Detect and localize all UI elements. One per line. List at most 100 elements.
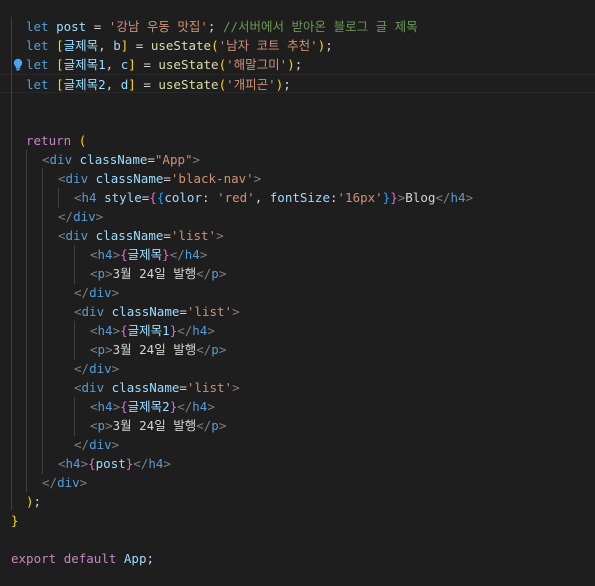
code-line[interactable]: <p>3월 24일 발행</p> <box>0 416 595 435</box>
code-token: 'black-nav' <box>170 171 254 186</box>
code-token: div <box>81 304 105 319</box>
code-token: } <box>11 513 19 528</box>
code-token: div <box>65 171 89 186</box>
code-line[interactable]: <div className='black-nav'> <box>0 169 595 188</box>
code-line[interactable]: <p>3월 24일 발행</p> <box>0 264 595 283</box>
code-token: > <box>232 304 240 319</box>
code-line[interactable]: return ( <box>0 131 595 150</box>
code-token: p <box>211 342 219 357</box>
code-line[interactable]: <div className='list'> <box>0 226 595 245</box>
lightbulb-icon[interactable] <box>12 58 24 72</box>
code-line[interactable]: let [글제목, b] = useState('남자 코트 추천'); <box>0 36 595 55</box>
code-token: > <box>192 152 201 167</box>
code-token: let <box>26 57 49 72</box>
code-line[interactable]: <h4>{글제목}</h4> <box>0 245 595 264</box>
code-token: > <box>216 228 224 243</box>
code-token: default <box>63 551 117 566</box>
code-text: <p>3월 24일 발행</p> <box>90 416 226 435</box>
code-token: b <box>113 38 121 53</box>
code-line[interactable]: <div className="App"> <box>0 150 595 169</box>
code-line[interactable]: </div> <box>0 359 595 378</box>
code-text: </div> <box>74 435 119 454</box>
code-text: let [글제목1, c] = useState('해말그미'); <box>26 55 302 74</box>
code-line[interactable]: let [글제목2, d] = useState('개피곤'); <box>0 74 595 93</box>
code-token: [ <box>56 57 64 72</box>
code-line[interactable]: <h4>{글제목2}</h4> <box>0 397 595 416</box>
code-line[interactable]: <h4 style={{color: 'red', fontSize:'16px… <box>0 188 595 207</box>
code-line[interactable]: </div> <box>0 283 595 302</box>
code-token: = <box>86 19 109 34</box>
code-token: className <box>95 228 164 243</box>
code-line[interactable]: <div className='list'> <box>0 378 595 397</box>
code-line[interactable]: <p>3월 24일 발행</p> <box>0 340 595 359</box>
code-token: 글제목2 <box>63 77 106 92</box>
code-token: ( <box>218 77 227 92</box>
code-token: { <box>120 323 128 338</box>
code-line[interactable]: </div> <box>0 473 595 492</box>
code-token: div <box>89 361 112 376</box>
code-token: > <box>253 171 262 186</box>
code-token: < <box>74 380 82 395</box>
code-token: 글제목2 <box>127 399 170 414</box>
code-text: </div> <box>74 283 119 302</box>
code-token: 3월 24일 발행 <box>112 342 197 357</box>
code-token: < <box>90 399 98 414</box>
code-line[interactable]: </div> <box>0 207 595 226</box>
code-token: ; <box>325 38 333 53</box>
code-token: post <box>56 19 87 34</box>
code-token: 'list' <box>186 380 233 395</box>
code-token: ; <box>33 494 42 509</box>
code-token: '해말그미' <box>226 57 288 72</box>
code-line[interactable]: export default App; <box>0 549 595 568</box>
code-token: </ <box>74 285 90 300</box>
code-token: </ <box>177 399 193 414</box>
code-token: Blog <box>405 190 436 205</box>
indent-guide <box>26 150 27 492</box>
code-token: 'list' <box>186 304 233 319</box>
code-token: > <box>218 342 227 357</box>
code-line[interactable]: let [글제목1, c] = useState('해말그미'); <box>0 55 595 74</box>
code-token: > <box>112 399 121 414</box>
code-text: let [글제목2, d] = useState('개피곤'); <box>26 75 291 94</box>
code-line[interactable]: </div> <box>0 435 595 454</box>
code-token: 'list' <box>170 228 217 243</box>
code-token: h4 <box>97 323 113 338</box>
code-token: //서버에서 받아온 블로그 글 제목 <box>222 19 418 34</box>
code-line[interactable]: <h4>{글제목1}</h4> <box>0 321 595 340</box>
code-token: ] <box>128 57 136 72</box>
code-text: </div> <box>74 359 119 378</box>
code-line[interactable]: <h4>{post}</h4> <box>0 454 595 473</box>
code-line[interactable] <box>0 530 595 549</box>
code-token: className <box>95 171 164 186</box>
code-token: h4 <box>192 323 208 338</box>
code-text: let [글제목, b] = useState('남자 코트 추천'); <box>26 36 333 55</box>
code-line[interactable] <box>0 93 595 112</box>
code-editor[interactable]: let post = '강남 우동 맛집'; //서버에서 받아온 블로그 글 … <box>0 0 595 586</box>
code-token: < <box>58 456 66 471</box>
code-token: style <box>104 190 142 205</box>
code-token: = <box>163 171 171 186</box>
code-token: < <box>90 418 98 433</box>
code-token: < <box>74 190 82 205</box>
code-text: </div> <box>58 207 103 226</box>
code-token: "App" <box>154 152 193 167</box>
code-token: : <box>202 190 218 205</box>
code-token: < <box>90 323 98 338</box>
code-token: 3월 24일 발행 <box>112 266 197 281</box>
code-token: </ <box>133 456 149 471</box>
code-token: h4 <box>65 456 81 471</box>
code-token: h4 <box>97 399 113 414</box>
code-token: ; <box>294 57 303 72</box>
code-token: > <box>111 437 120 452</box>
code-line[interactable]: let post = '강남 우동 맛집'; //서버에서 받아온 블로그 글 … <box>0 17 595 36</box>
code-line[interactable]: ); <box>0 492 595 511</box>
code-token: 글제목 <box>127 247 163 262</box>
code-line[interactable]: <div className='list'> <box>0 302 595 321</box>
code-line[interactable] <box>0 112 595 131</box>
code-line[interactable]: } <box>0 511 595 530</box>
code-token: let <box>26 19 49 34</box>
